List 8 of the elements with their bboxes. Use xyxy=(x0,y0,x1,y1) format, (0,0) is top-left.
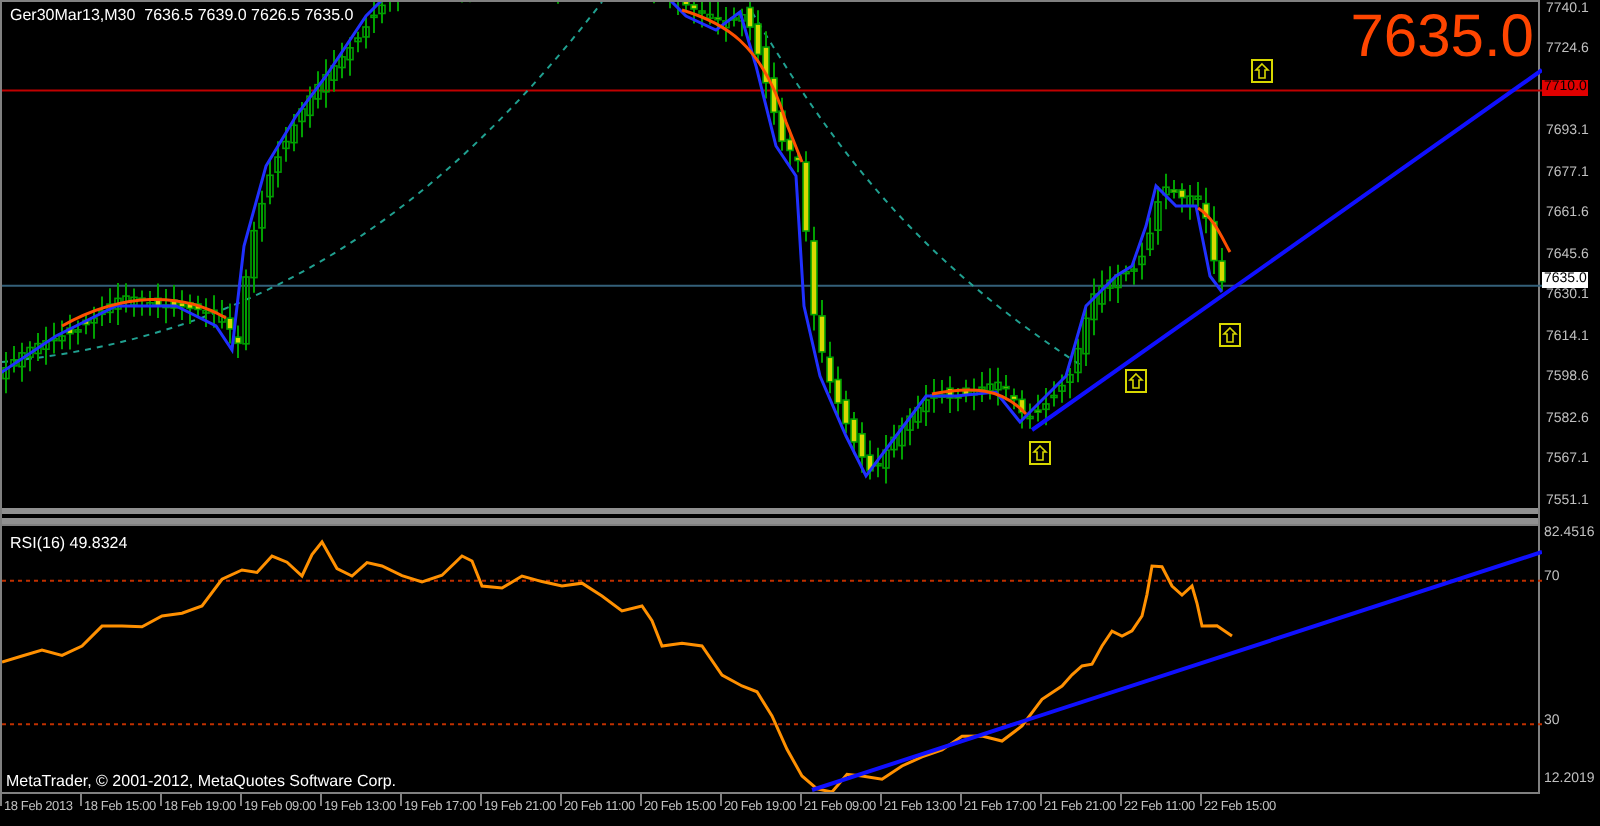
copyright-text: MetaTrader, © 2001-2012, MetaQuotes Software Corp. xyxy=(6,772,397,792)
current-price: 7635.0 xyxy=(1350,6,1534,70)
arrow-up-icon xyxy=(1219,323,1241,347)
arrow-up-icon xyxy=(1029,441,1051,465)
rsi-label: RSI(16) 49.8324 xyxy=(10,532,128,556)
symbol-quote: Ger30Mar13,M30 7636.5 7639.0 7626.5 7635.0 xyxy=(10,6,354,26)
arrow-up-icon xyxy=(1251,59,1273,83)
arrow-up-icon xyxy=(1125,369,1147,393)
